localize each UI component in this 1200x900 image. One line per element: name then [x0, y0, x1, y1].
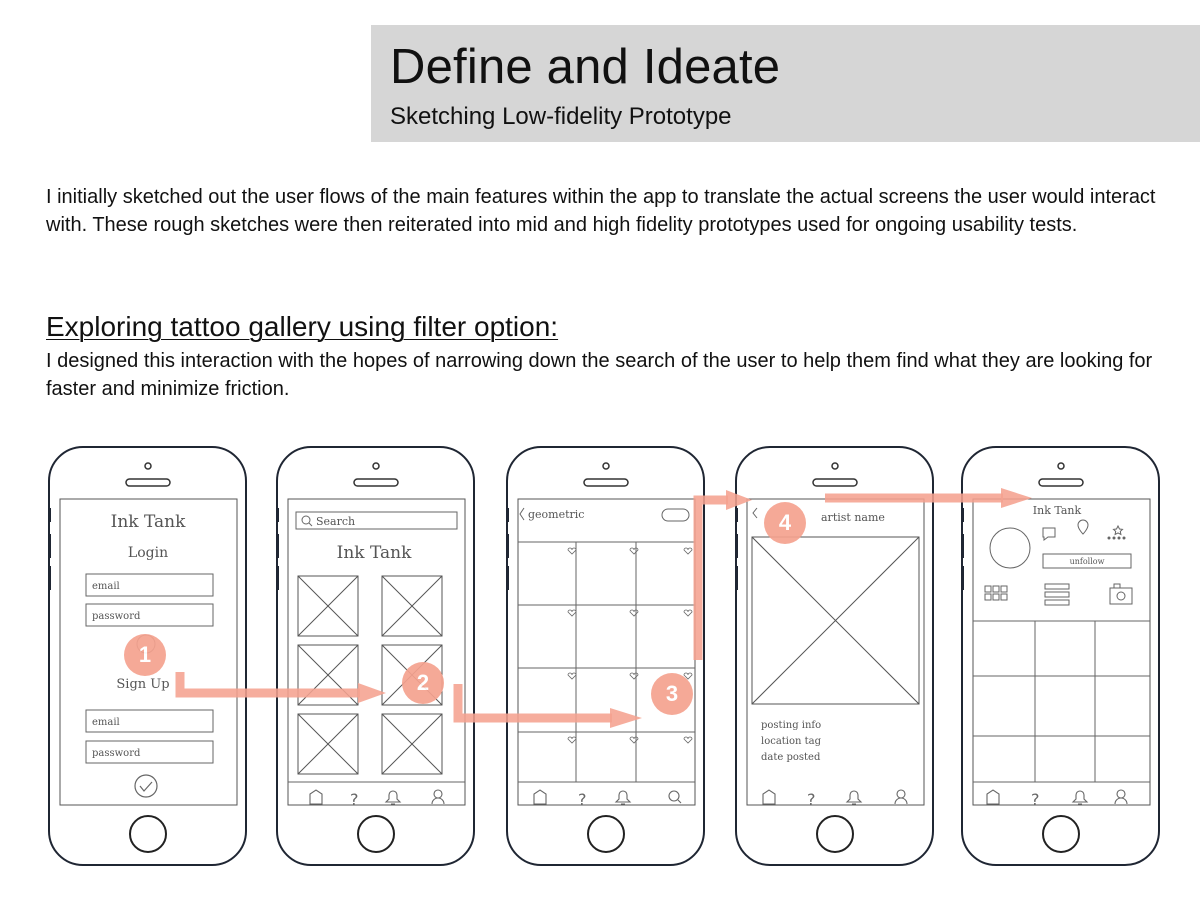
page-title: Define and Ideate [390, 40, 781, 94]
email-placeholder: email [92, 581, 120, 592]
phone-gallery: geometric ? [506, 446, 706, 866]
question-icon[interactable]: ? [578, 790, 587, 809]
section-description: I designed this interaction with the hop… [46, 350, 1153, 400]
detail-notes-2: location tag [761, 736, 822, 747]
search-app-name: Ink Tank [337, 543, 412, 563]
phone-detail: artist name posting info location tag da… [735, 446, 935, 866]
login-label: Login [128, 545, 168, 561]
detail-notes-1: posting info [761, 720, 821, 731]
filter-label: geometric [528, 508, 584, 521]
login-app-name: Ink Tank [111, 512, 186, 532]
question-icon[interactable]: ? [807, 790, 816, 809]
search-placeholder: Search [316, 515, 355, 528]
unfollow-label: unfollow [1070, 557, 1105, 566]
section-heading: Exploring tattoo gallery using filter op… [46, 311, 559, 342]
intro-paragraph: I initially sketched out the user flows … [46, 186, 1156, 236]
artist-label: artist name [821, 511, 885, 524]
question-icon[interactable]: ? [1031, 790, 1040, 809]
page-subtitle: Sketching Low-fidelity Prototype [390, 103, 732, 130]
step-marker-4: 4 [764, 502, 806, 544]
signup-email-placeholder: email [92, 717, 120, 728]
phone-profile: Ink Tank unfollow ? [961, 446, 1161, 866]
password-placeholder: password [92, 611, 141, 622]
signup-password-placeholder: password [92, 748, 141, 759]
signup-label[interactable]: Sign Up [116, 677, 169, 692]
detail-notes-3: date posted [761, 752, 821, 763]
step-marker-1: 1 [124, 634, 166, 676]
step-marker-3: 3 [651, 673, 693, 715]
title-band: Define and Ideate Sketching Low-fidelity… [371, 25, 1200, 142]
step-marker-2: 2 [402, 662, 444, 704]
phone-search: Search Ink Tank ? [276, 446, 476, 866]
question-icon[interactable]: ? [350, 790, 359, 809]
profile-app-name: Ink Tank [1033, 504, 1082, 517]
